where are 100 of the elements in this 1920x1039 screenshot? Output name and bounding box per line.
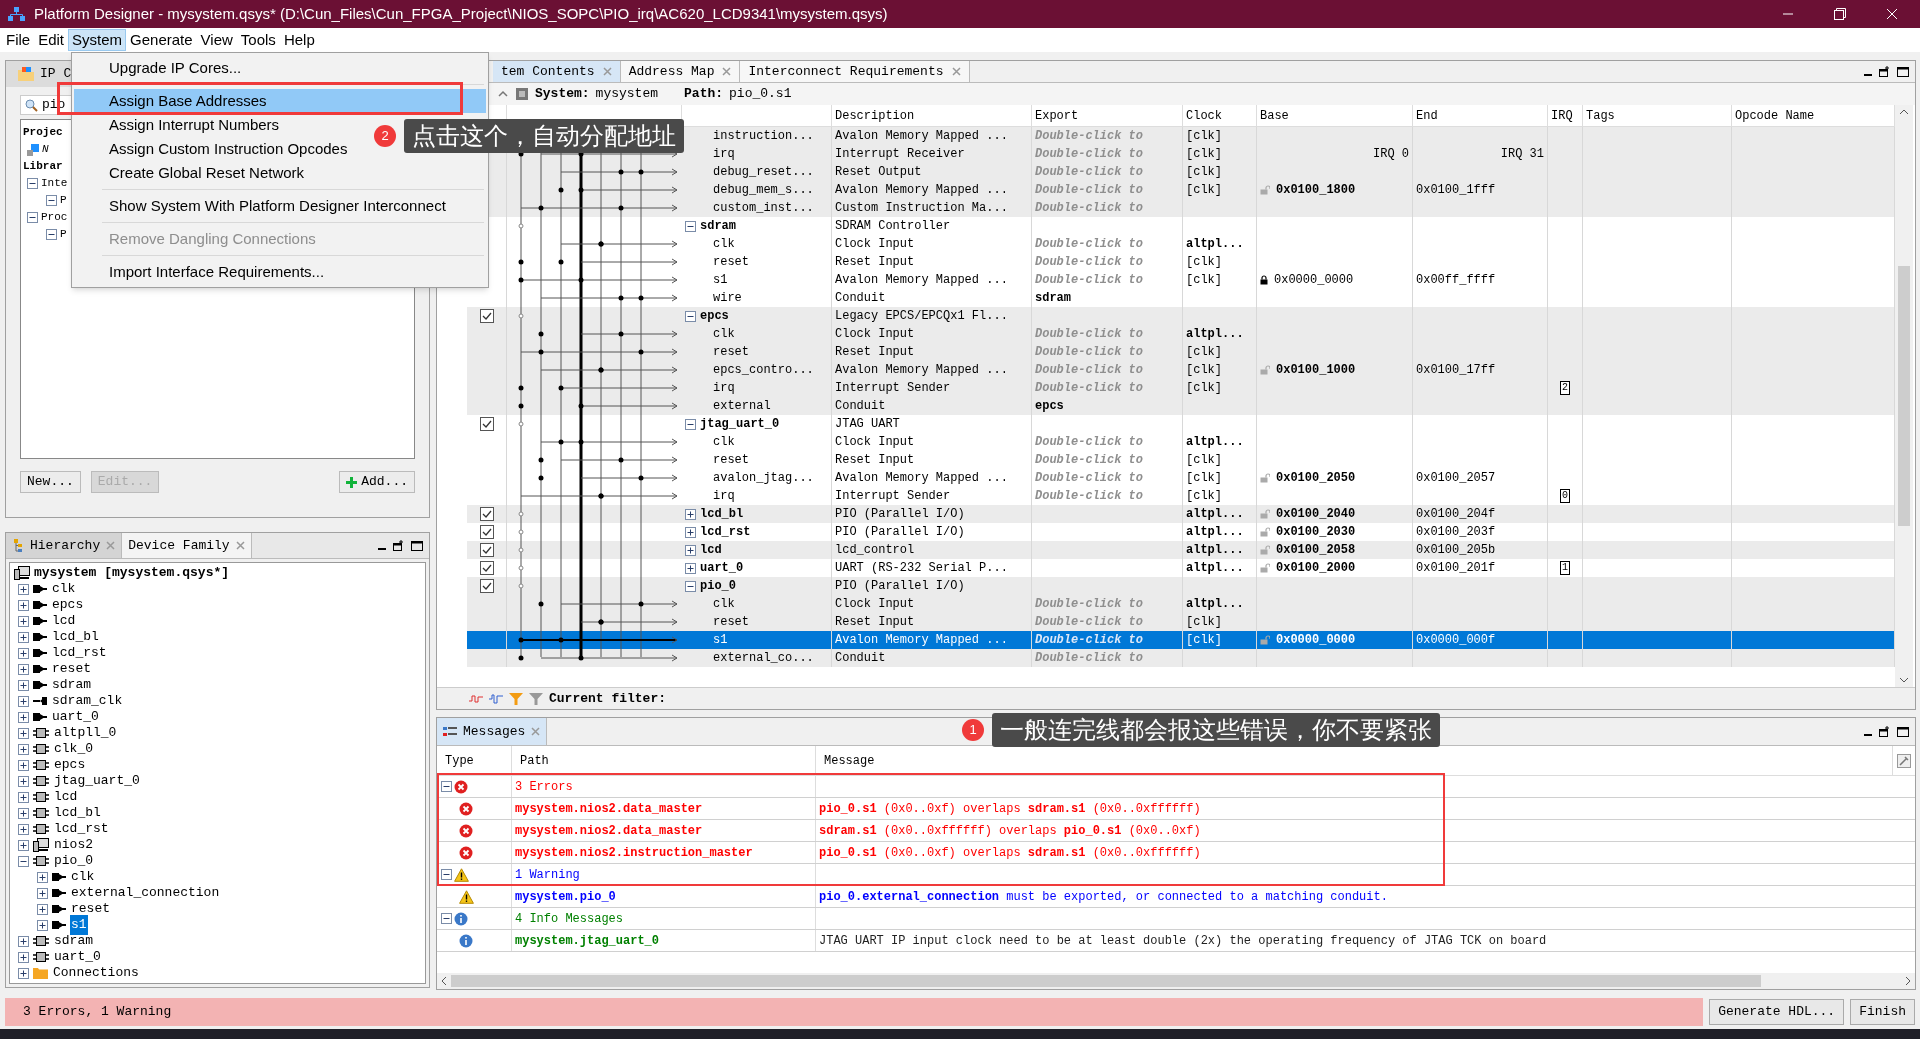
tree-item[interactable]: s1	[70, 915, 88, 935]
use-checkbox[interactable]	[479, 561, 494, 575]
restore-icon[interactable]	[1879, 66, 1891, 77]
table-row[interactable]: custom_inst... Custom Instruction Ma... Double-click to	[682, 199, 1895, 217]
catalog-item[interactable]: P	[60, 226, 67, 243]
expand-icon[interactable]	[18, 599, 29, 611]
table-row[interactable]: external Conduit epcs	[682, 397, 1895, 415]
catalog-item[interactable]: Projec	[23, 124, 63, 141]
waveform-icon[interactable]	[469, 692, 483, 705]
expand-icon[interactable]	[18, 695, 29, 707]
menu-option[interactable]: Import Interface Requirements...	[74, 260, 486, 284]
panel-tab[interactable]: Address Map	[620, 61, 741, 82]
expand-icon[interactable]	[18, 951, 29, 963]
base-address[interactable]: 0x0100_2030	[1276, 523, 1356, 541]
column-header[interactable]: IRQ	[1551, 106, 1573, 125]
table-row[interactable]: reset Reset Input Double-click to [clk]	[682, 613, 1895, 631]
expand-icon[interactable]	[18, 935, 29, 947]
table-row[interactable]: irq Interrupt Receiver Double-click to [clk] IRQ 0 IRQ 31	[682, 145, 1895, 163]
collapse-icon[interactable]	[46, 229, 57, 240]
menu-item[interactable]: View	[196, 29, 237, 51]
table-row[interactable]: debug_mem_s... Avalon Memory Mapped ... Double-click to [clk] 0x0100_1800 0x0100_1fff	[682, 181, 1895, 199]
panel-tab[interactable]: Interconnect Requirements	[740, 61, 970, 82]
collapse-icon[interactable]	[27, 212, 38, 223]
horizontal-scrollbar[interactable]	[451, 975, 1761, 987]
table-row[interactable]: clk Clock Input Double-click to altpl...	[682, 595, 1895, 613]
base-address[interactable]: 0x0100_2040	[1276, 505, 1356, 523]
menu-item[interactable]: Help	[279, 29, 319, 51]
table-row[interactable]: clk Clock Input Double-click to altpl...	[682, 325, 1895, 343]
table-row[interactable]: instruction... Avalon Memory Mapped ... Double-click to [clk]	[682, 127, 1895, 145]
use-checkbox[interactable]	[479, 417, 494, 431]
base-address[interactable]: 0x0000_0000	[1274, 271, 1354, 289]
column-header[interactable]: Export	[1035, 106, 1079, 125]
table-row[interactable]: lcd_bl PIO (Parallel I/O) altpl... 0x0100_2040 0x0100_204f	[682, 505, 1895, 523]
expand-icon[interactable]	[18, 615, 29, 627]
panel-tab[interactable]: Messages	[437, 718, 548, 745]
column-header[interactable]: End	[1416, 106, 1438, 125]
collapse-icon[interactable]	[441, 869, 452, 880]
menu-item[interactable]: System	[68, 29, 127, 51]
restore-icon[interactable]	[1834, 8, 1846, 20]
scroll-up-icon[interactable]	[1899, 109, 1909, 115]
table-row[interactable]: epcs_contro... Avalon Memory Mapped ... Double-click to [clk] 0x0100_1000 0x0100_17ff	[682, 361, 1895, 379]
message-group[interactable]: 3 Errors	[515, 777, 573, 796]
irq-number[interactable]: 2	[1560, 381, 1570, 395]
scroll-left-icon[interactable]	[441, 976, 447, 986]
expand-icon[interactable]	[685, 526, 696, 538]
use-checkbox[interactable]	[479, 579, 494, 593]
collapse-icon[interactable]	[18, 855, 29, 867]
table-row[interactable]: sdram SDRAM Controller	[682, 217, 1895, 235]
collapse-icon[interactable]	[27, 178, 38, 189]
expand-icon[interactable]	[18, 727, 29, 739]
generate-button[interactable]: Generate HDL...	[1709, 999, 1845, 1025]
maximize-icon[interactable]	[1897, 726, 1909, 737]
irq-number[interactable]: 0	[1560, 489, 1570, 503]
catalog-item[interactable]: Librar	[23, 158, 63, 175]
waveform-icon[interactable]	[489, 692, 503, 705]
message-group[interactable]: 1 Warning	[515, 865, 580, 884]
collapse-icon[interactable]	[685, 220, 696, 232]
panel-tab[interactable]: Hierarchy	[6, 533, 123, 558]
catalog-item[interactable]: N	[42, 141, 49, 158]
use-checkbox[interactable]	[479, 309, 494, 323]
collapse-icon[interactable]	[685, 418, 696, 430]
expand-icon[interactable]	[18, 663, 29, 675]
expand-icon[interactable]	[37, 919, 48, 931]
collapse-icon[interactable]	[685, 310, 696, 322]
irq-number[interactable]: 1	[1560, 561, 1570, 575]
menu-item[interactable]: Generate	[126, 29, 197, 51]
expand-icon[interactable]	[18, 775, 29, 787]
base-address[interactable]: 0x0100_1800	[1276, 181, 1356, 199]
expand-icon[interactable]	[18, 679, 29, 691]
column-header[interactable]: Base	[1260, 106, 1289, 125]
table-row[interactable]: epcs Legacy EPCS/EPCQx1 Fl...	[682, 307, 1895, 325]
expand-icon[interactable]	[37, 887, 48, 899]
expand-icon[interactable]	[18, 823, 29, 835]
menu-option[interactable]: Create Global Reset Network	[74, 161, 486, 185]
restore-icon[interactable]	[1879, 726, 1891, 737]
expand-icon[interactable]	[18, 647, 29, 659]
table-row[interactable]: lcd_rst PIO (Parallel I/O) altpl... 0x0100_2030 0x0100_203f	[682, 523, 1895, 541]
collapse-icon[interactable]	[685, 580, 696, 592]
menu-option[interactable]: Show System With Platform Designer Interconnect	[74, 194, 486, 218]
table-row[interactable]: reset Reset Input Double-click to [clk]	[682, 343, 1895, 361]
expand-icon[interactable]	[18, 839, 29, 851]
column-header[interactable]: Path	[520, 751, 549, 770]
column-header[interactable]: Clock	[1186, 106, 1222, 125]
add-button[interactable]: Add...	[339, 471, 415, 493]
catalog-item[interactable]: P	[60, 192, 67, 209]
scroll-right-icon[interactable]	[1905, 976, 1911, 986]
catalog-item[interactable]: Inte	[41, 175, 68, 192]
expand-icon[interactable]	[37, 903, 48, 915]
collapse-icon[interactable]	[46, 195, 57, 206]
maximize-icon[interactable]	[411, 540, 423, 551]
base-address[interactable]: 0x0100_2000	[1276, 559, 1356, 577]
table-row[interactable]: s1 Avalon Memory Mapped ... Double-click to [clk] 0x0000_0000 0x0000_000f	[682, 631, 1895, 649]
settings-icon[interactable]	[1897, 753, 1911, 768]
menu-item[interactable]: Tools	[236, 29, 280, 51]
expand-icon[interactable]	[18, 583, 29, 595]
finish-button[interactable]: Finish	[1850, 999, 1915, 1025]
expand-icon[interactable]	[18, 967, 29, 979]
use-checkbox[interactable]	[479, 525, 494, 539]
catalog-item[interactable]: Proc	[41, 209, 68, 226]
column-header[interactable]: Message	[824, 751, 875, 770]
